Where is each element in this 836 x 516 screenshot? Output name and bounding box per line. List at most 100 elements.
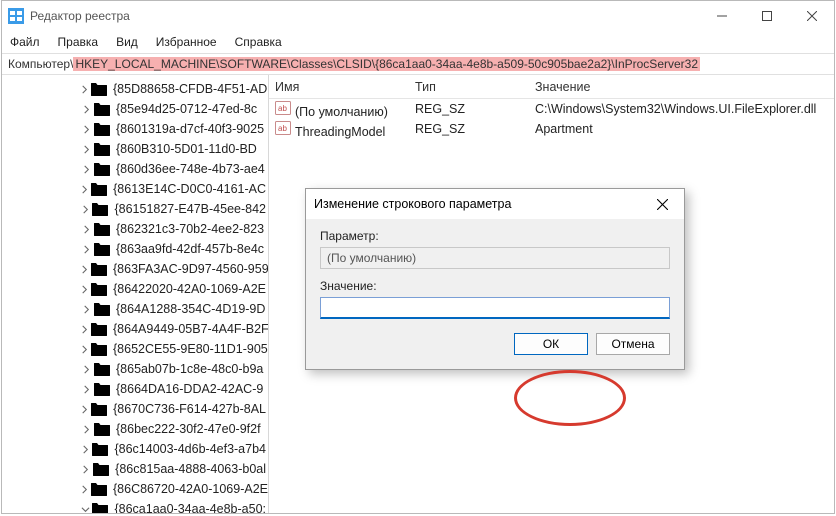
folder-icon [92,503,108,514]
tree-row[interactable]: {863FA3AC-9D97-4560-959 [2,259,268,279]
chevron-right-icon[interactable] [80,343,89,355]
folder-icon [92,203,108,216]
tree-row[interactable]: {865ab07b-1c8e-48c0-b9a [2,359,268,379]
cancel-button[interactable]: Отмена [596,333,670,355]
chevron-right-icon[interactable] [80,323,89,335]
chevron-right-icon[interactable] [80,363,92,375]
key-tree[interactable]: {85D88658-CFDB-4F51-AD {85e94d25-0712-47e… [2,75,269,513]
tree-row[interactable]: {86422020-42A0-1069-A2E [2,279,268,299]
chevron-right-icon[interactable] [80,383,92,395]
folder-icon [94,163,110,176]
chevron-right-icon[interactable] [80,243,92,255]
tree-row[interactable]: {86ca1aa0-34aa-4e8b-a50: [2,499,268,513]
address-bar[interactable]: Компьютер\HKEY_LOCAL_MACHINE\SOFTWARE\Cl… [2,53,834,75]
regedit-icon [8,8,24,24]
chevron-right-icon[interactable] [80,463,91,475]
chevron-right-icon[interactable] [80,443,90,455]
value-row[interactable]: (По умолчанию)REG_SZC:\Windows\System32\… [269,99,834,119]
tree-row[interactable]: {862321c3-70b2-4ee2-823 [2,219,268,239]
col-name[interactable]: Имя [275,80,415,94]
folder-icon [91,83,107,96]
chevron-right-icon[interactable] [80,303,92,315]
menu-favorites[interactable]: Избранное [154,33,219,51]
menu-help[interactable]: Справка [233,33,284,51]
chevron-right-icon[interactable] [80,123,92,135]
tree-label: {86C86720-42A0-1069-A2E [111,482,269,496]
tree-row[interactable]: {85e94d25-0712-47ed-8c [2,99,268,119]
chevron-right-icon[interactable] [80,283,89,295]
tree-label: {86151827-E47B-45ee-842 [112,202,268,216]
chevron-right-icon[interactable] [80,483,89,495]
tree-label: {86ca1aa0-34aa-4e8b-a50: [112,502,268,513]
list-header[interactable]: Имя Тип Значение [269,75,834,99]
folder-icon [91,263,107,276]
tree-row[interactable]: {860B310-5D01-11d0-BD [2,139,268,159]
tree-row[interactable]: {864A1288-354C-4D19-9D [2,299,268,319]
folder-icon [91,323,107,336]
chevron-right-icon[interactable] [80,223,92,235]
tree-row[interactable]: {8601319a-d7cf-40f3-9025 [2,119,268,139]
folder-icon [94,243,110,256]
chevron-right-icon[interactable] [80,203,90,215]
tree-label: {86c815aa-4888-4063-b0al [113,462,268,476]
tree-label: {860d36ee-748e-4b73-ae4 [114,162,267,176]
col-value[interactable]: Значение [535,80,834,94]
ok-button[interactable]: ОК [514,333,588,355]
tree-row[interactable]: {86bec222-30f2-47e0-9f2f [2,419,268,439]
tree-label: {860B310-5D01-11d0-BD [114,142,259,156]
chevron-right-icon[interactable] [80,163,92,175]
folder-icon [94,383,110,396]
tree-row[interactable]: {8613E14C-D0C0-4161-AC [2,179,268,199]
tree-label: {863aa9fd-42df-457b-8e4c [114,242,266,256]
tree-label: {863FA3AC-9D97-4560-959 [111,262,269,276]
chevron-right-icon[interactable] [80,83,89,95]
tree-label: {85D88658-CFDB-4F51-AD [111,82,269,96]
tree-row[interactable]: {86c815aa-4888-4063-b0al [2,459,268,479]
tree-label: {8664DA16-DDA2-42AC-9 [114,382,265,396]
col-type[interactable]: Тип [415,80,535,94]
chevron-right-icon[interactable] [80,103,92,115]
tree-row[interactable]: {85D88658-CFDB-4F51-AD [2,79,268,99]
tree-row[interactable]: {860d36ee-748e-4b73-ae4 [2,159,268,179]
menu-view[interactable]: Вид [114,33,140,51]
tree-label: {86c14003-4d6b-4ef3-a7b4 [112,442,268,456]
folder-icon [92,443,108,456]
folder-icon [91,483,107,496]
menubar: Файл Правка Вид Избранное Справка [2,31,834,53]
param-label: Параметр: [320,229,670,243]
value-data: C:\Windows\System32\Windows.UI.FileExplo… [535,102,834,116]
minimize-button[interactable] [699,1,744,31]
dialog-titlebar[interactable]: Изменение строкового параметра [306,189,684,219]
string-value-icon [275,100,291,116]
tree-label: {864A1288-354C-4D19-9D [114,302,267,316]
tree-row[interactable]: {864A9449-05B7-4A4F-B2F [2,319,268,339]
tree-row[interactable]: {8664DA16-DDA2-42AC-9 [2,379,268,399]
dialog-close-button[interactable] [648,199,676,210]
folder-icon [91,343,107,356]
chevron-right-icon[interactable] [80,183,89,195]
tree-label: {8652CE55-9E80-11D1-905 [111,342,269,356]
tree-row[interactable]: {863aa9fd-42df-457b-8e4c [2,239,268,259]
menu-edit[interactable]: Правка [56,33,101,51]
maximize-button[interactable] [744,1,789,31]
folder-icon [94,423,110,436]
tree-row[interactable]: {86c14003-4d6b-4ef3-a7b4 [2,439,268,459]
chevron-right-icon[interactable] [80,403,89,415]
tree-row[interactable]: {86151827-E47B-45ee-842 [2,199,268,219]
folder-icon [94,363,110,376]
tree-row[interactable]: {8652CE55-9E80-11D1-905 [2,339,268,359]
value-input[interactable] [320,297,670,319]
chevron-down-icon[interactable] [80,503,90,513]
folder-icon [93,463,109,476]
value-row[interactable]: ThreadingModelREG_SZApartment [269,119,834,139]
tree-row[interactable]: {86C86720-42A0-1069-A2E [2,479,268,499]
folder-icon [94,143,110,156]
titlebar[interactable]: Редактор реестра [2,1,834,31]
close-button[interactable] [789,1,834,31]
tree-row[interactable]: {8670C736-F614-427b-8AL [2,399,268,419]
chevron-right-icon[interactable] [80,263,89,275]
chevron-right-icon[interactable] [80,143,92,155]
folder-icon [94,303,110,316]
chevron-right-icon[interactable] [80,423,92,435]
menu-file[interactable]: Файл [8,33,42,51]
